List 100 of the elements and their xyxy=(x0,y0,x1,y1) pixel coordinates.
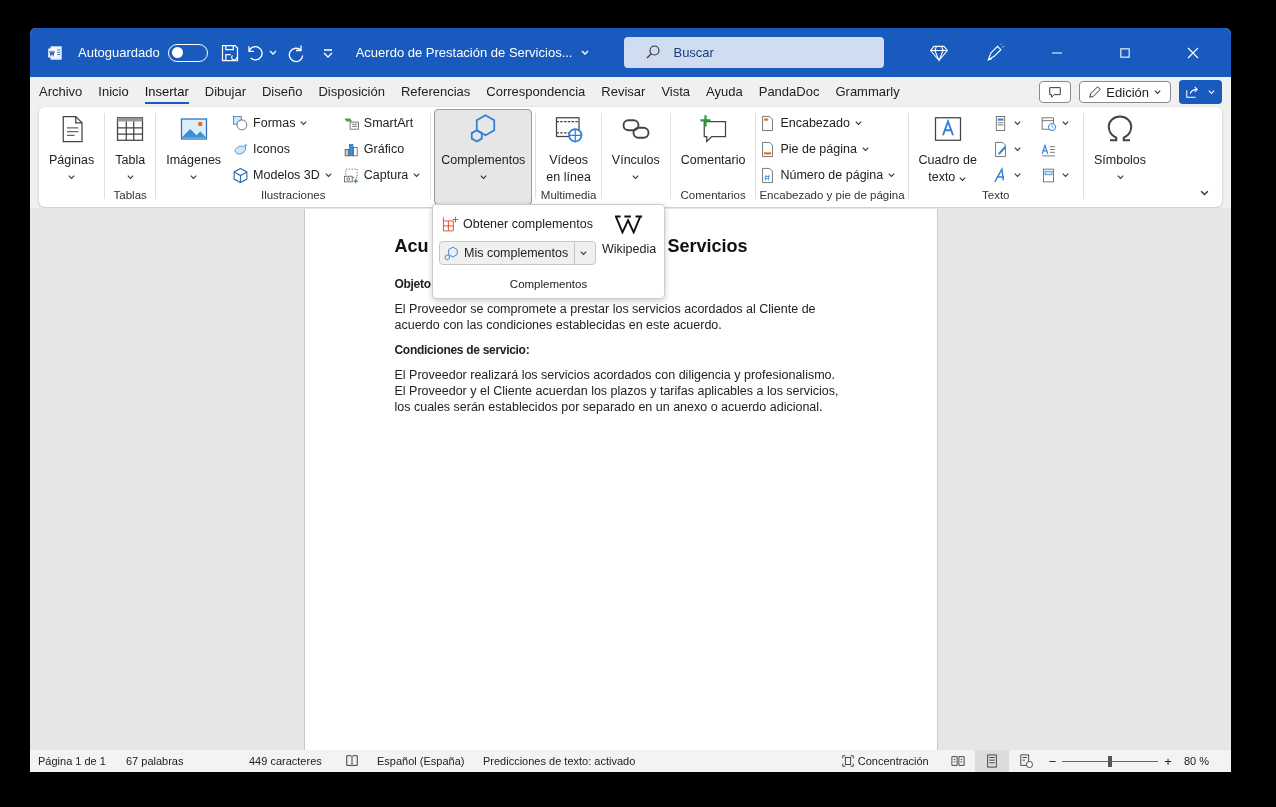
ribbon-tab[interactable]: Archivo xyxy=(39,77,91,107)
search-icon xyxy=(644,43,663,61)
ribbon-button[interactable]: Cuadro de texto xyxy=(911,109,984,181)
ribbon-button[interactable]: Captura xyxy=(342,164,428,186)
group-label: Complementos xyxy=(508,278,589,292)
editing-mode-button[interactable]: Edición xyxy=(1079,81,1171,103)
grid-plus-icon xyxy=(442,215,459,233)
word-count: 67 palabras xyxy=(126,755,185,767)
caret-icon xyxy=(125,173,135,182)
ribbon-button[interactable]: Pie de página xyxy=(759,138,903,160)
ribbon-button[interactable]: Formas xyxy=(232,112,339,134)
save-icon[interactable] xyxy=(219,42,240,63)
language-status[interactable]: Español (España) xyxy=(377,755,483,767)
paragraph-line: El Proveedor realizará los servicios acordados con diligencia y profesionalismo. xyxy=(394,367,836,383)
ribbon-button[interactable]: Vídeos en línea xyxy=(539,109,598,181)
ribbon-button[interactable]: SmartArt xyxy=(342,112,428,134)
web-layout-icon xyxy=(1018,754,1033,768)
caret-icon xyxy=(478,173,488,182)
ribbon-tab[interactable]: Grammarly xyxy=(835,77,908,107)
ribbon-tab[interactable]: Ayuda xyxy=(706,77,751,107)
zoom-slider-thumb[interactable] xyxy=(1108,755,1113,767)
ribbon-tab[interactable]: PandaDoc xyxy=(758,77,828,107)
comment-icon xyxy=(698,114,729,144)
ribbon-tab[interactable]: Vista xyxy=(661,77,699,107)
caret-icon xyxy=(579,248,589,258)
ribbon-button[interactable]: Complementos xyxy=(434,109,533,205)
ribbon-button[interactable]: Encabezado xyxy=(759,112,903,134)
ribbon-button[interactable]: Imágenes xyxy=(159,109,229,181)
get-addins-button[interactable]: Obtener complementos xyxy=(439,213,596,235)
ribbon-tab[interactable]: Diseño xyxy=(262,77,311,107)
ribbon-button[interactable]: Tabla xyxy=(108,109,153,181)
focus-icon xyxy=(840,754,855,768)
table-icon xyxy=(115,114,146,144)
zoom-out-button[interactable]: − xyxy=(1048,753,1057,769)
document-heading: Acu xyxy=(394,236,429,257)
comment-icon xyxy=(1048,85,1063,99)
omega-icon xyxy=(1105,114,1135,144)
zoom-in-button[interactable]: + xyxy=(1164,753,1172,769)
paragraph-line: acuerdo con las condiciones establecidas en este acuerdo. xyxy=(394,317,723,333)
read-mode-icon xyxy=(950,754,965,768)
autosave-label: Autoguardado xyxy=(78,45,160,60)
book-check-icon[interactable] xyxy=(345,754,359,768)
text-box-icon xyxy=(932,114,963,144)
character-count: 449 caracteres xyxy=(249,755,323,767)
document-title[interactable]: Acuerdo de Prestación de Servicios... xyxy=(355,45,591,60)
group-label: Encabezado y pie de página xyxy=(759,189,905,203)
ribbon-button[interactable]: Vínculos xyxy=(604,109,667,181)
camera-icon xyxy=(342,166,360,184)
ribbon-tab[interactable]: Dibujar xyxy=(204,77,254,107)
group-label: Texto xyxy=(982,189,1010,203)
caret-icon xyxy=(1060,170,1070,180)
ribbon-button[interactable]: Símbolos xyxy=(1086,109,1154,181)
wikipedia-button[interactable]: Wikipedia xyxy=(601,213,657,278)
word-logo-icon[interactable] xyxy=(46,43,64,62)
caret-icon xyxy=(860,144,870,154)
print-layout-icon xyxy=(984,754,999,768)
text-predictions-status[interactable]: Predicciones de texto: activado xyxy=(483,755,636,767)
pencil-icon xyxy=(1088,85,1103,99)
video-globe-icon xyxy=(553,114,584,144)
ribbon-tab[interactable]: Insertar xyxy=(144,77,197,107)
group-label: Ilustraciones xyxy=(260,189,326,203)
caret-icon xyxy=(1012,144,1022,154)
caret-icon xyxy=(1012,118,1022,128)
ribbon-button[interactable]: Comentario xyxy=(673,109,753,181)
caret-icon xyxy=(1153,87,1162,97)
ribbon-tab[interactable]: Disposición xyxy=(318,77,393,107)
calendar-icon xyxy=(1039,114,1057,132)
focus-button[interactable]: Concentración xyxy=(840,754,929,768)
search-field[interactable]: Buscar xyxy=(624,37,885,68)
caret-icon xyxy=(1207,87,1216,97)
customize-icon[interactable] xyxy=(321,46,334,59)
ribbon-button[interactable]: Número de página xyxy=(759,164,903,186)
group-label: Comentarios xyxy=(680,189,746,203)
share-button[interactable] xyxy=(1179,80,1222,104)
caret-icon xyxy=(412,170,422,180)
caret-icon xyxy=(958,175,968,184)
view-mode-button[interactable] xyxy=(974,750,1009,772)
caret-icon xyxy=(1060,118,1070,128)
collapse-ribbon-icon[interactable] xyxy=(1199,188,1210,199)
paragraph-line: El Proveedor se compromete a prestar los servicios acordados al Cliente de xyxy=(394,301,817,317)
ribbon-button[interactable]: Modelos 3D xyxy=(232,164,339,186)
ribbon-tab[interactable]: Inicio xyxy=(98,77,137,107)
share-icon xyxy=(1185,85,1199,99)
ribbon-tab[interactable]: Revisar xyxy=(601,77,654,107)
wikipedia-w-icon xyxy=(615,214,644,234)
group-label: Multimedia xyxy=(540,189,597,203)
ribbon-button[interactable]: Gráfico xyxy=(342,138,428,160)
ribbon-button[interactable]: Iconos xyxy=(232,138,339,160)
pen-sparkle-icon[interactable] xyxy=(985,42,1005,63)
caret-icon xyxy=(323,170,333,180)
caret-icon xyxy=(67,173,77,182)
ribbon-tab[interactable]: Correspondencia xyxy=(486,77,594,107)
caret-icon xyxy=(299,118,309,128)
ribbon-tab[interactable]: Referencias xyxy=(400,77,479,107)
caret-icon xyxy=(887,170,897,180)
comments-button[interactable] xyxy=(1039,81,1072,103)
zoom-level[interactable]: 80 % xyxy=(1183,755,1209,767)
ribbon-button[interactable]: Páginas xyxy=(42,109,102,181)
section-label: Condiciones de servicio: xyxy=(394,342,530,358)
paragraph-line: El Proveedor y el Cliente acuerdan los plazos y tarifas aplicables a los servicios, xyxy=(394,383,840,399)
